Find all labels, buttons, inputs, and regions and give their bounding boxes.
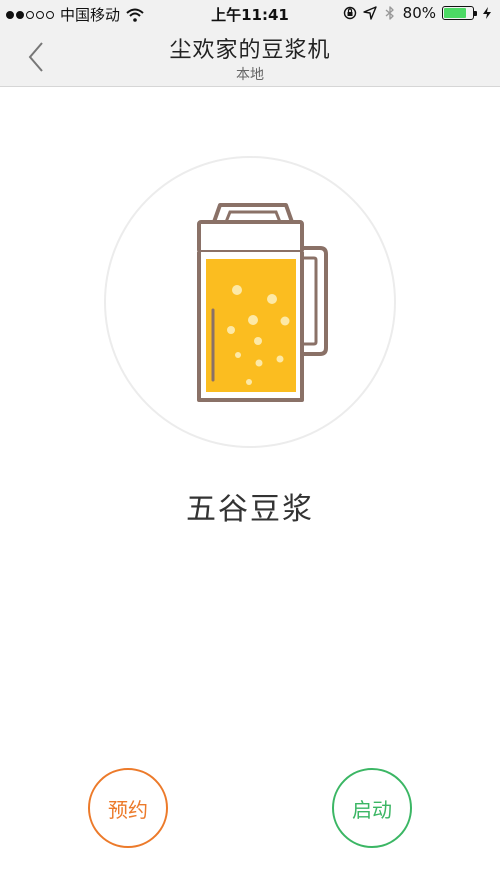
battery-percent: 80% (402, 4, 436, 22)
page-title: 尘欢家的豆浆机 (169, 38, 331, 63)
location-arrow-icon (362, 6, 377, 20)
battery-level (444, 8, 466, 18)
status-bar: 中国移动 上午11:41 80% (0, 0, 500, 28)
bluetooth-icon (385, 6, 394, 20)
battery-tip (474, 11, 477, 16)
mode-name: 五谷豆浆 (186, 492, 314, 527)
nav-bar: 尘欢家的豆浆机 本地 (0, 28, 500, 86)
page-subtitle: 本地 (236, 67, 264, 83)
orientation-lock-icon (343, 6, 356, 20)
battery-icon (442, 6, 477, 20)
schedule-button[interactable]: 预约 (88, 768, 168, 848)
soymilk-mug-icon (197, 203, 328, 402)
status-right: 80% (343, 4, 494, 22)
device-illustration (104, 156, 396, 448)
start-button[interactable]: 启动 (332, 768, 412, 848)
charging-bolt-icon (483, 7, 491, 19)
